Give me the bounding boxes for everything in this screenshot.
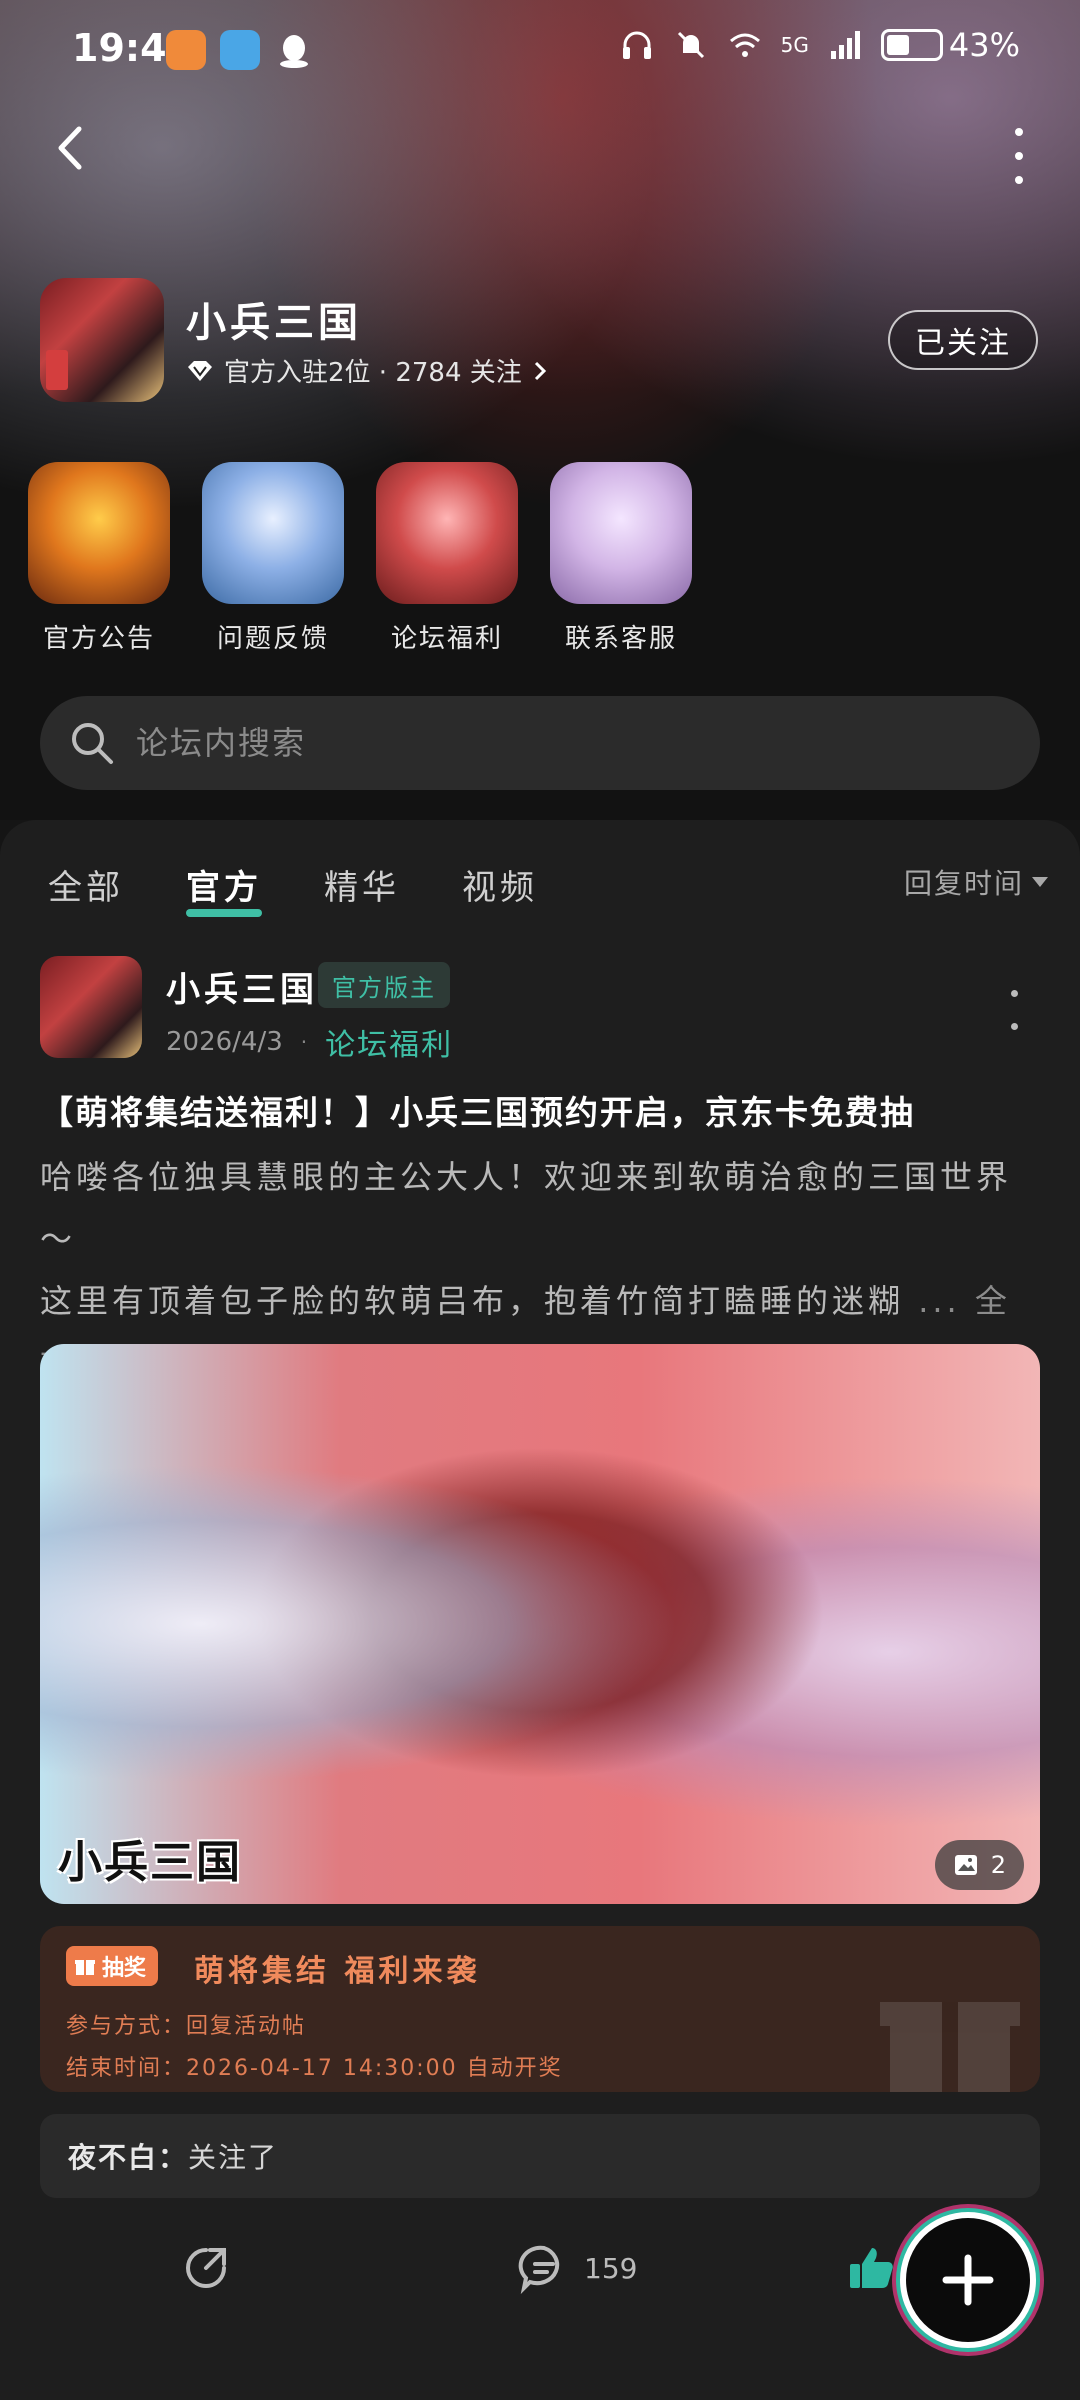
filter-tabs: 全部 官方 精华 视频 [48,860,538,917]
comment-preview[interactable]: 夜不白： 关注了 [40,2114,1040,2198]
post-author-avatar[interactable] [40,956,142,1058]
network-type: 5G [780,33,809,57]
comment-text: 关注了 [188,2141,279,2174]
post-category[interactable]: 论坛福利 [325,1020,453,1064]
post-meta: 2026/4/3 · 论坛福利 [166,1020,453,1064]
separator-dot: · [300,1030,308,1054]
status-bar: 19:42 5G 43% [0,0,1080,100]
role-badge: 官方版主 [318,962,450,1008]
quick-links: 官方公告 问题反馈 论坛福利 联系客服 [28,462,692,655]
quick-link-thumb [202,462,344,604]
status-icons: 5G 43% [619,26,1020,64]
lottery-tag: 抽奖 [66,1946,159,1986]
quick-link-label: 联系客服 [564,624,677,654]
battery-percent: 43% [948,26,1020,64]
forum-hero-header: 19:42 5G 43% 小兵三国 官方入驻2位 · 2784 关注 已关注 官… [0,0,1080,820]
forum-logo [40,278,164,402]
gift-icon [75,1960,95,1975]
more-options-button[interactable] [1004,128,1034,184]
comment-author: 夜不白： [68,2141,189,2174]
share-icon [186,2248,226,2288]
quick-link-benefits[interactable]: 论坛福利 [376,462,518,655]
post-body-line: 哈喽各位独具慧眼的主公大人！欢迎来到软萌治愈的三国世界～ [40,1158,1013,1258]
book-notification-icon [220,30,260,70]
quick-link-thumb [550,462,692,604]
more-dot-icon [1010,1023,1018,1030]
tab-featured[interactable]: 精华 [324,860,400,909]
comment-icon [518,2245,560,2294]
wifi-icon [729,33,760,57]
post-list-panel: 全部 官方 精华 视频 回复时间 小兵三国 官方版主 2026/4/3 · 论坛… [0,820,1080,2400]
more-dot-icon [1015,128,1023,136]
search-input[interactable] [136,724,936,762]
quick-link-label: 论坛福利 [390,624,503,654]
post-author-name[interactable]: 小兵三国 [166,962,318,1011]
post-date: 2026/4/3 [166,1027,283,1057]
post-title[interactable]: 【萌将集结送福利！】小兵三国预约开启，京东卡免费抽 [40,1086,1040,1134]
sort-dropdown[interactable]: 回复时间 [904,862,1048,902]
image-icon [954,1855,977,1875]
image-count: 2 [990,1851,1006,1879]
quick-link-thumb [376,462,518,604]
quick-link-feedback[interactable]: 问题反馈 [202,462,344,655]
lottery-method: 参与方式：回复活动帖 [66,2014,307,2039]
lottery-tag-label: 抽奖 [102,1956,147,1981]
forum-logo-badge [46,350,68,390]
forum-meta[interactable]: 官方入驻2位 · 2784 关注 [186,352,548,389]
back-button[interactable] [42,120,98,176]
comment-count: 159 [584,2251,638,2285]
signal-icon [830,31,860,59]
chevron-left-icon [58,126,82,170]
quick-link-label: 官方公告 [42,624,155,654]
qq-notification-icon [274,30,314,70]
search-icon [72,723,113,764]
diamond-icon [188,360,212,381]
search-bar[interactable] [40,696,1040,790]
forum-meta-text: 官方入驻2位 · 2784 关注 [224,358,522,388]
sort-label: 回复时间 [903,867,1024,900]
post-body-text: 这里有顶着包子脸的软萌吕布，抱着竹简打瞌睡的迷糊 [40,1282,905,1320]
post-image[interactable]: 小兵三国 2 [40,1344,1040,1904]
battery-indicator: 43% [880,26,1020,64]
quick-link-label: 问题反馈 [216,624,329,654]
tab-official[interactable]: 官方 [186,860,262,917]
thumbs-up-icon [850,2248,893,2288]
image-count-badge: 2 [934,1840,1024,1890]
more-dot-icon [1010,990,1018,997]
gift-watermark-icon [880,2002,1020,2092]
tab-video[interactable]: 视频 [462,860,538,909]
more-dot-icon [1015,176,1023,184]
share-button[interactable] [180,2242,232,2294]
caret-down-icon [1032,877,1048,887]
tab-all[interactable]: 全部 [48,860,124,909]
forum-title: 小兵三国 [186,300,362,346]
image-brand-logo: 小兵三国 [58,1837,242,1888]
more-dot-icon [1015,152,1023,160]
lottery-end-time: 结束时间：2026-04-17 14:30:00 自动开奖 [66,2056,563,2081]
headphones-icon [622,31,651,59]
comment-button[interactable]: 159 [518,2242,637,2294]
battery-icon [880,29,943,61]
post-more-button[interactable] [1008,990,1020,1030]
create-post-fab[interactable] [900,2212,1036,2348]
quick-link-announcements[interactable]: 官方公告 [28,462,170,655]
chevron-right-icon [534,361,546,380]
quick-link-support[interactable]: 联系客服 [550,462,692,655]
lottery-card[interactable]: 抽奖 萌将集结 福利来袭 参与方式：回复活动帖 结束时间：2026-04-17 … [40,1926,1040,2092]
app-notification-icon [166,30,206,70]
plus-icon [942,2254,994,2306]
lottery-title: 萌将集结 福利来袭 [194,1954,481,1989]
like-button[interactable] [846,2242,898,2294]
mute-bell-icon [677,31,704,59]
follow-button[interactable]: 已关注 [888,310,1038,370]
quick-link-thumb [28,462,170,604]
